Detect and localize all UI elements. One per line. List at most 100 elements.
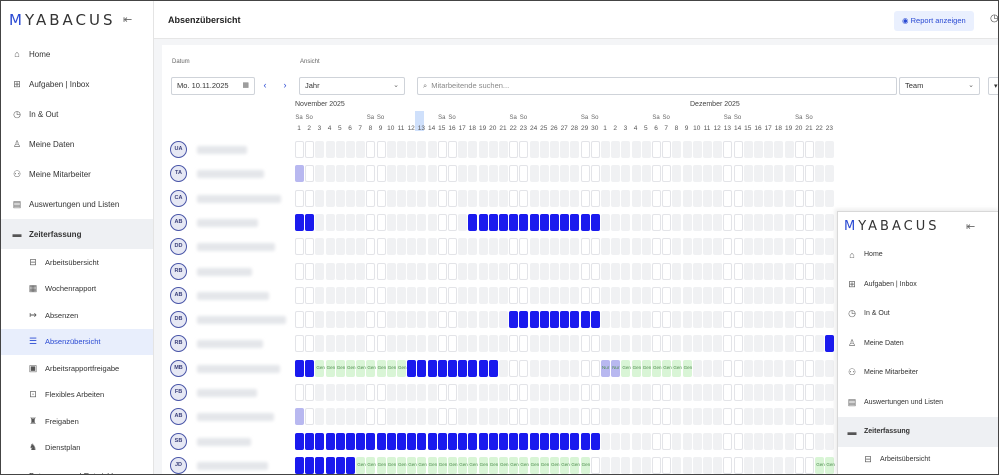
day-number: 4	[633, 125, 638, 132]
sidebar-item-label: Aufgaben | Inbox	[864, 280, 917, 288]
eye-icon: ◉	[902, 16, 911, 25]
folder-icon: ▬	[11, 471, 23, 474]
day-number: 14	[427, 125, 436, 132]
sidebar-item-label: Freigaben	[45, 416, 79, 426]
filter-button[interactable]: ▾	[988, 77, 998, 95]
timer-icon[interactable]: ◷	[990, 13, 998, 24]
search-icon: ⌕	[423, 81, 428, 90]
weekday-label: Sa	[580, 115, 589, 121]
sidebar-item-in-out[interactable]: ◷ In & Out	[1, 99, 153, 129]
weekday-label: So	[733, 115, 742, 121]
employee-name-redacted	[197, 413, 274, 422]
weekday-label: So	[376, 115, 385, 121]
sidebar-item-dienstplan[interactable]: ♞ Dienstplan	[1, 435, 153, 462]
employee-name-redacted	[197, 267, 252, 276]
team-select[interactable]: Team ⌄	[899, 77, 980, 95]
day-number: 24	[529, 125, 538, 132]
overlay-sidebar-nav: ⌂ Home ⊞ Aufgaben | Inbox ◷ In & Out ♙ Meine Da…	[838, 240, 998, 473]
sidebar-item-home[interactable]: ⌂ Home	[838, 240, 998, 270]
folder-icon: ▬	[847, 426, 857, 437]
day-number: 12	[407, 125, 415, 132]
sidebar-item-zeiterfassung[interactable]: ▬ Zeiterfassung	[838, 417, 998, 447]
sidebar-item-label: Aufgaben | Inbox	[29, 79, 90, 89]
avatar[interactable]: FB	[170, 384, 187, 401]
day-number: 9	[378, 125, 383, 132]
day-number: 4	[327, 125, 332, 132]
sidebar-item-flexibles-arbeiten[interactable]: ⊡ Flexibles Arbeiten	[1, 382, 153, 409]
sidebar-item-label: Meine Mitarbeiter	[864, 369, 919, 377]
report-button[interactable]: ◉ Report anzeigen	[894, 11, 974, 31]
avatar[interactable]: DB	[170, 311, 187, 329]
desk-icon: ⊡	[29, 389, 37, 400]
folder-icon: ▬	[12, 229, 22, 239]
sidebar-item-arbeitsübersicht[interactable]: ⊟ Arbeitsübersicht	[838, 447, 998, 473]
avatar[interactable]: MB	[170, 359, 187, 377]
sidebar-item-label: Dienstplan	[45, 443, 81, 453]
sidebar-item-absenzübersicht[interactable]: ☰ Absenzübersicht	[1, 328, 153, 355]
month-label-november: November 2025	[295, 101, 345, 108]
day-number: 14	[733, 125, 742, 132]
sidebar-item-auswertungen-und-listen[interactable]: ▤ Auswertungen und Listen	[1, 189, 153, 219]
avatar[interactable]: SB	[170, 432, 187, 450]
team-icon: ⚇	[847, 367, 857, 378]
employee-name-redacted	[197, 461, 268, 470]
sidebar-item-zeiterfassung[interactable]: ▬ Zeiterfassung	[1, 219, 153, 249]
sidebar-item-home[interactable]: ⌂ Home	[1, 39, 153, 69]
document-icon: ▤	[847, 396, 857, 407]
day-number: 7	[664, 125, 668, 132]
collapse-sidebar-icon[interactable]: ⇤	[966, 220, 975, 233]
day-number: 23	[519, 125, 527, 132]
calendar-check-icon: ▣	[28, 362, 38, 373]
sidebar-item-aufgaben-inbox[interactable]: ⊞ Aufgaben | Inbox	[1, 69, 153, 99]
view-select[interactable]: Jahr ⌄	[299, 77, 405, 95]
sidebar-item-in-out[interactable]: ◷ In & Out	[838, 299, 998, 329]
sidebar-item-label: Auswertungen und Listen	[864, 398, 943, 406]
logo[interactable]: MYABACUS	[9, 11, 115, 29]
sidebar-item-label: Absenzübersicht	[45, 337, 101, 347]
avatar[interactable]: AB	[170, 286, 187, 304]
document-icon: ▤	[12, 198, 22, 209]
overlay-logo[interactable]: MYABACUS	[844, 219, 939, 234]
day-number: 16	[448, 125, 456, 132]
sidebar-item-label: In & Out	[29, 109, 59, 119]
date-field[interactable]: Mo. 10.11.2025 ▦	[171, 77, 255, 95]
sidebar-item-absenzen[interactable]: ↦ Absenzen	[1, 302, 153, 329]
employee-name-redacted	[197, 364, 280, 373]
weekday-label: So	[805, 115, 813, 121]
day-number: 25	[540, 125, 548, 132]
sidebar-item-meine-mitarbeiter[interactable]: ⚇ Meine Mitarbeiter	[838, 358, 998, 388]
sidebar-item-meine-daten[interactable]: ♙ Meine Daten	[1, 129, 153, 159]
sidebar-item-arbeitsrapportfreigabe[interactable]: ▣ Arbeitsrapportfreigabe	[1, 355, 153, 382]
day-number: 17	[458, 125, 466, 132]
day-number: 26	[550, 125, 558, 132]
avatar[interactable]: AB	[170, 213, 187, 231]
collapse-sidebar-icon[interactable]: ⇤	[123, 13, 132, 26]
calendar-icon[interactable]: ▦	[242, 78, 249, 94]
sidebar-item-arbeitsübersicht[interactable]: ⊟ Arbeitsübersicht	[1, 249, 153, 276]
logo-row: MYABACUS ⇤	[1, 1, 153, 39]
avatar[interactable]: UA	[170, 141, 187, 158]
prev-button[interactable]: ‹	[258, 77, 272, 93]
sidebar-item-label: In & Out	[864, 310, 890, 318]
avatar[interactable]: JD	[170, 456, 187, 474]
day-number: 19	[784, 125, 793, 132]
sidebar-item-meine-daten[interactable]: ♙ Meine Daten	[838, 329, 998, 359]
sidebar-item-betreuung-und-entwicklung[interactable]: ▬ Betreuung und Entwicklung	[1, 461, 153, 474]
inbox-icon: ⊞	[848, 278, 856, 289]
weekday-label: So	[519, 115, 528, 121]
avatar[interactable]: CA	[170, 189, 187, 207]
exit-icon: ↦	[29, 309, 37, 320]
day-number: 7	[358, 125, 362, 132]
day-number: 28	[570, 125, 578, 132]
next-button[interactable]: ›	[278, 77, 292, 93]
avatar[interactable]: RB	[170, 262, 187, 280]
sidebar-item-wochenrapport[interactable]: ▦ Wochenrapport	[1, 276, 153, 303]
sidebar-item-aufgaben-inbox[interactable]: ⊞ Aufgaben | Inbox	[838, 270, 998, 300]
search-input[interactable]: ⌕ Mitarbeitende suchen...	[417, 77, 897, 95]
sidebar-item-label: Home	[29, 49, 51, 59]
sidebar-item-meine-mitarbeiter[interactable]: ⚇ Meine Mitarbeiter	[1, 159, 153, 189]
clock-icon: ◷	[13, 108, 21, 119]
sidebar-item-freigaben[interactable]: ♜ Freigaben	[1, 408, 153, 435]
day-number: 19	[478, 125, 487, 132]
sidebar-item-auswertungen-und-listen[interactable]: ▤ Auswertungen und Listen	[838, 388, 998, 418]
